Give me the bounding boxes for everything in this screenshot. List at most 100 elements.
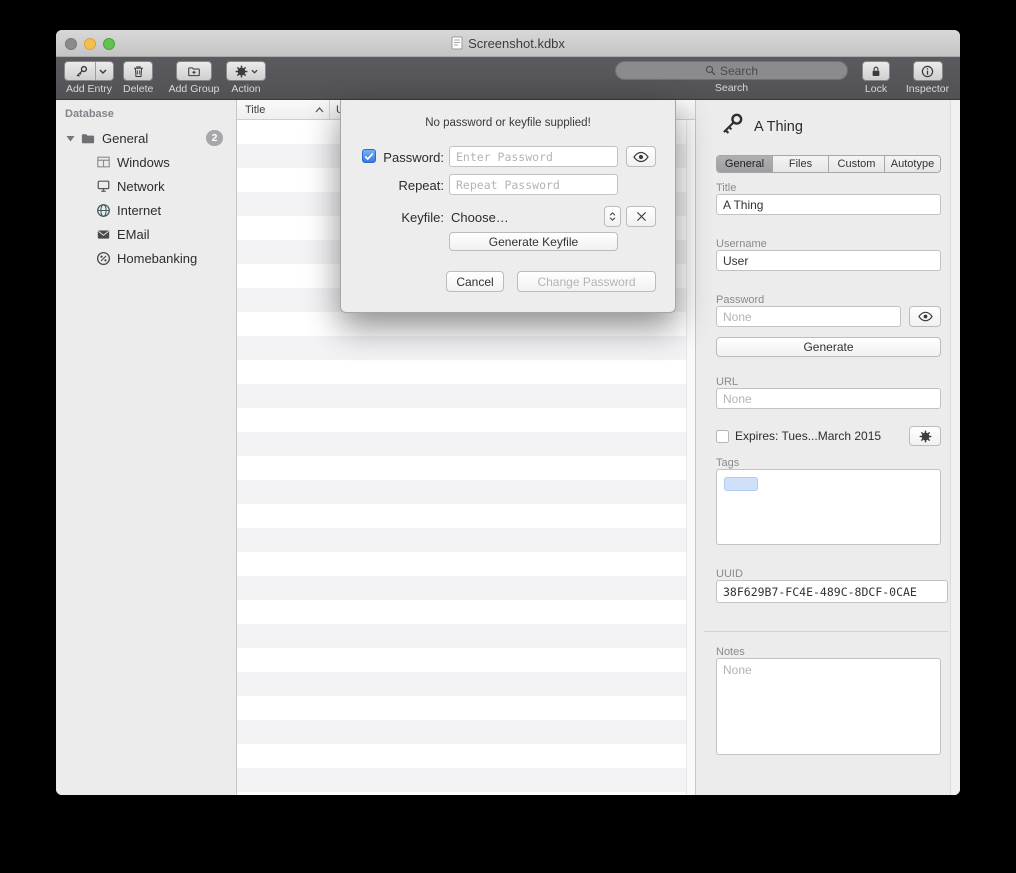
titlebar: Screenshot.kdbx bbox=[56, 30, 960, 57]
inspector-panel: A Thing General Files Custom Autotype Ti… bbox=[695, 100, 960, 795]
disclosure-triangle-icon[interactable] bbox=[66, 135, 75, 142]
toolbar-item-delete: Delete bbox=[123, 61, 153, 95]
chevron-up-icon bbox=[609, 212, 616, 216]
sidebar-item-homebanking[interactable]: Homebanking bbox=[56, 246, 236, 270]
search-icon bbox=[705, 65, 716, 76]
folder-icon bbox=[80, 131, 96, 146]
sidebar-item-label: Windows bbox=[117, 155, 170, 170]
cancel-button[interactable]: Cancel bbox=[446, 271, 504, 292]
sidebar-item-label: Network bbox=[117, 179, 165, 194]
tab-files[interactable]: Files bbox=[773, 156, 829, 172]
notes-textarea[interactable] bbox=[716, 658, 941, 755]
entry-title: A Thing bbox=[754, 119, 803, 135]
key-icon bbox=[68, 62, 95, 80]
inspector-tabs: General Files Custom Autotype bbox=[716, 155, 941, 173]
tags-box[interactable] bbox=[716, 469, 941, 545]
gear-icon bbox=[919, 430, 932, 443]
uuid-input[interactable] bbox=[716, 580, 948, 603]
tab-custom[interactable]: Custom bbox=[829, 156, 885, 172]
inspector-divider bbox=[704, 631, 948, 632]
close-button[interactable] bbox=[65, 38, 77, 50]
document-icon bbox=[451, 36, 463, 50]
inspector-button[interactable] bbox=[913, 61, 943, 81]
entry-count-badge: 2 bbox=[206, 130, 223, 146]
keyfile-popup-value[interactable]: Choose… bbox=[451, 210, 509, 225]
password-checkbox[interactable] bbox=[362, 149, 376, 163]
zoom-button[interactable] bbox=[103, 38, 115, 50]
tab-autotype[interactable]: Autotype bbox=[885, 156, 940, 172]
search-label: Search bbox=[715, 82, 748, 94]
title-input[interactable] bbox=[716, 194, 941, 215]
window-title: Screenshot.kdbx bbox=[468, 36, 565, 51]
tags-field-label: Tags bbox=[716, 457, 739, 469]
key-icon bbox=[720, 111, 744, 137]
username-field-label: Username bbox=[716, 238, 767, 250]
sidebar-item-windows[interactable]: Windows bbox=[56, 150, 236, 174]
password-field-label: Password bbox=[716, 294, 764, 306]
password-input[interactable] bbox=[716, 306, 901, 327]
add-group-button[interactable] bbox=[176, 61, 212, 81]
dialog-show-password-button[interactable] bbox=[626, 146, 656, 167]
column-header-title[interactable]: Title bbox=[237, 100, 330, 119]
windows-icon bbox=[96, 155, 111, 169]
sidebar-group-general[interactable]: General 2 bbox=[56, 126, 236, 150]
delete-button[interactable] bbox=[123, 61, 153, 81]
eye-icon bbox=[918, 311, 933, 322]
url-input[interactable] bbox=[716, 388, 941, 409]
generate-password-button[interactable]: Generate bbox=[716, 337, 941, 357]
action-button[interactable] bbox=[226, 61, 266, 81]
lock-icon bbox=[870, 65, 882, 78]
percent-coin-icon bbox=[96, 251, 111, 266]
sidebar-item-label: Internet bbox=[117, 203, 161, 218]
check-icon bbox=[364, 152, 374, 161]
tab-general[interactable]: General bbox=[717, 156, 773, 172]
inspector-scrollbar[interactable] bbox=[950, 100, 960, 795]
dialog-repeat-input[interactable] bbox=[449, 174, 618, 195]
generate-keyfile-button[interactable]: Generate Keyfile bbox=[449, 232, 618, 251]
sidebar-group-label: General bbox=[102, 131, 148, 146]
column-title-label: Title bbox=[245, 104, 265, 116]
dialog-password-input[interactable] bbox=[449, 146, 618, 167]
username-input[interactable] bbox=[716, 250, 941, 271]
gear-icon bbox=[235, 65, 248, 78]
search-input[interactable]: Search bbox=[615, 61, 848, 80]
clear-keyfile-button[interactable] bbox=[626, 206, 656, 227]
expires-checkbox[interactable] bbox=[716, 430, 729, 443]
minimize-button[interactable] bbox=[84, 38, 96, 50]
traffic-lights bbox=[65, 38, 115, 50]
toolbar-item-search: Search Search bbox=[615, 61, 848, 94]
lock-label: Lock bbox=[865, 83, 887, 95]
dialog-password-label: Password: bbox=[379, 150, 444, 165]
sort-ascending-icon bbox=[315, 107, 324, 113]
keyfile-popup-stepper[interactable] bbox=[604, 206, 621, 227]
sidebar: Database General 2 Windows bbox=[56, 100, 237, 795]
toolbar-item-action: Action bbox=[226, 61, 266, 95]
sidebar-item-network[interactable]: Network bbox=[56, 174, 236, 198]
sidebar-item-email[interactable]: EMail bbox=[56, 222, 236, 246]
trash-icon bbox=[132, 65, 145, 78]
change-password-button[interactable]: Change Password bbox=[517, 271, 656, 292]
sidebar-item-internet[interactable]: Internet bbox=[56, 198, 236, 222]
tag-token[interactable] bbox=[724, 477, 758, 491]
globe-icon bbox=[96, 203, 111, 218]
window-title-area: Screenshot.kdbx bbox=[451, 36, 565, 51]
macpass-window: Screenshot.kdbx Add Entry bbox=[56, 30, 960, 795]
sidebar-section-header: Database bbox=[65, 108, 114, 120]
delete-label: Delete bbox=[123, 83, 153, 95]
add-entry-button[interactable] bbox=[64, 61, 114, 81]
inspector-label: Inspector bbox=[906, 83, 949, 95]
toolbar: Add Entry Delete Add Group bbox=[56, 57, 960, 100]
change-password-dialog: No password or keyfile supplied! Passwor… bbox=[340, 100, 676, 313]
sidebar-item-label: EMail bbox=[117, 227, 150, 242]
uuid-field-label: UUID bbox=[716, 568, 743, 580]
envelope-icon bbox=[96, 228, 111, 241]
sidebar-item-label: Homebanking bbox=[117, 251, 197, 266]
expires-settings-button[interactable] bbox=[909, 426, 941, 446]
list-scrollbar[interactable] bbox=[686, 120, 695, 795]
url-field-label: URL bbox=[716, 376, 738, 388]
lock-button[interactable] bbox=[862, 61, 890, 81]
chevron-down-icon[interactable] bbox=[95, 62, 110, 80]
notes-field-label: Notes bbox=[716, 646, 745, 658]
expires-label: Expires: Tues...March 2015 bbox=[735, 429, 881, 443]
show-password-button[interactable] bbox=[909, 306, 941, 327]
